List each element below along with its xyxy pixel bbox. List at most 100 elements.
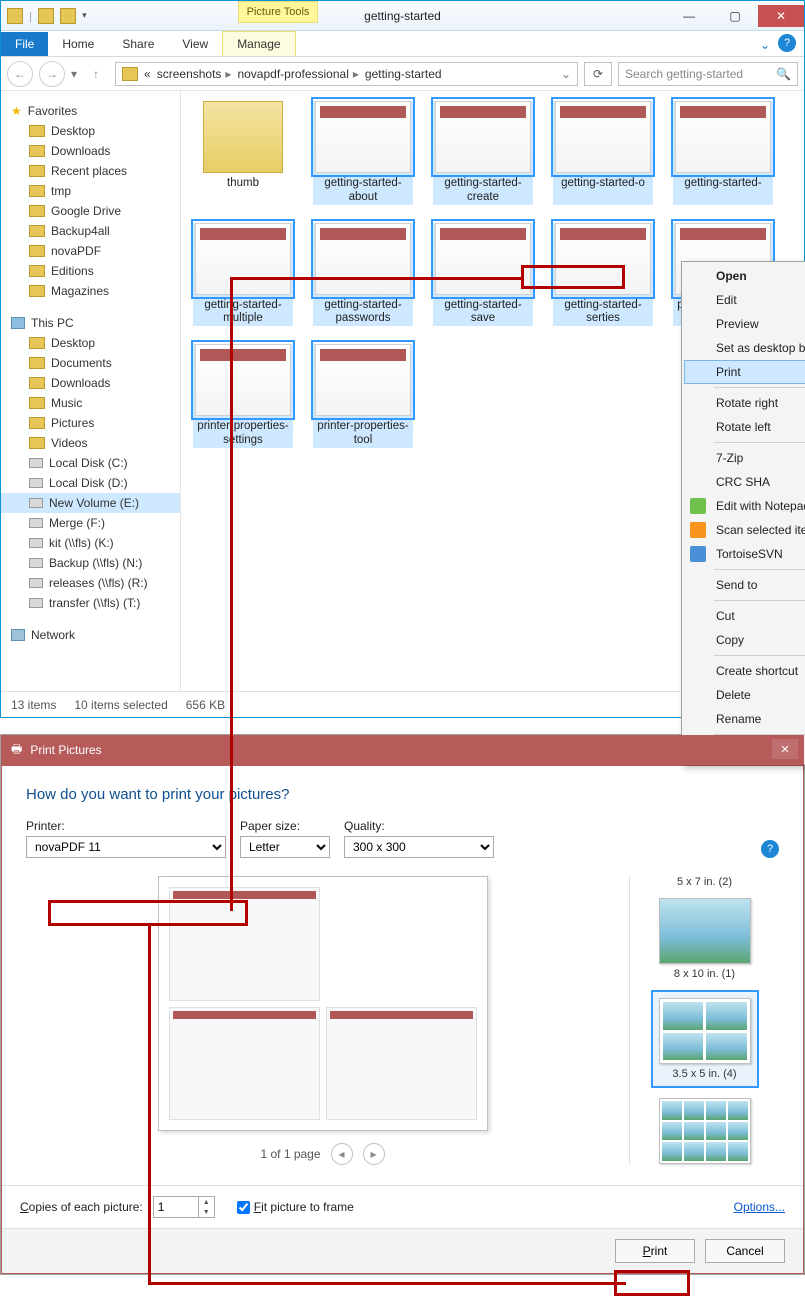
dialog-close-button[interactable]: ✕	[772, 739, 798, 759]
refresh-button[interactable]: ⟳	[584, 62, 612, 86]
tab-home[interactable]: Home	[48, 32, 108, 56]
help-icon[interactable]: ?	[761, 840, 779, 858]
ctx-tortoisesvn[interactable]: TortoiseSVN	[684, 542, 805, 566]
recent-locations-chevron[interactable]: ▾	[71, 67, 77, 81]
layout-list[interactable]: 5 x 7 in. (2) 8 x 10 in. (1) 3.5 x 5 in.…	[629, 876, 779, 1165]
tree-item[interactable]: novaPDF	[1, 241, 180, 261]
print-button[interactable]: Print	[615, 1239, 695, 1263]
tab-manage[interactable]: Manage	[222, 31, 295, 56]
back-button[interactable]: ←	[7, 61, 33, 87]
file-item[interactable]: getting-started-serties	[553, 223, 653, 327]
file-item[interactable]: getting-started-save	[433, 223, 533, 327]
file-item[interactable]: getting-started-create	[433, 101, 533, 205]
tree-item[interactable]: Backup (\\fls) (N:)	[1, 553, 180, 573]
tree-item[interactable]: kit (\\fls) (K:)	[1, 533, 180, 553]
ctx-print[interactable]: Print	[684, 360, 805, 384]
tab-file[interactable]: File	[1, 32, 48, 56]
chevron-down-icon[interactable]: ▾	[82, 10, 87, 21]
spinner-down-icon[interactable]: ▼	[199, 1207, 214, 1217]
ctx-rotate-right[interactable]: Rotate right	[684, 391, 805, 415]
tree-thispc-header[interactable]: This PC	[1, 313, 180, 333]
tree-item[interactable]: Videos	[1, 433, 180, 453]
ctx-cut[interactable]: Cut	[684, 604, 805, 628]
quality-select[interactable]: 300 x 300	[344, 836, 494, 858]
tree-item[interactable]: Merge (F:)	[1, 513, 180, 533]
tab-view[interactable]: View	[168, 32, 222, 56]
ctx-preview[interactable]: Preview	[684, 312, 805, 336]
ctx-create-shortcut[interactable]: Create shortcut	[684, 659, 805, 683]
file-grid[interactable]: thumbgetting-started-aboutgetting-starte…	[181, 91, 804, 691]
ctx-rotate-left[interactable]: Rotate left	[684, 415, 805, 439]
tree-item[interactable]: Desktop	[1, 121, 180, 141]
tree-item[interactable]: Google Drive	[1, 201, 180, 221]
layout-option[interactable]: 5 x 7 in. (2)	[677, 876, 732, 888]
ctx-crc-sha[interactable]: CRC SHA	[684, 470, 805, 494]
ribbon-expand-icon[interactable]: ⌄	[752, 34, 778, 56]
maximize-button[interactable]: ▢	[712, 5, 758, 27]
chevron-down-icon[interactable]: ⌄	[561, 67, 571, 81]
ctx-scan-virus[interactable]: Scan selected items for viruses	[684, 518, 805, 542]
tree-item[interactable]: Editions	[1, 261, 180, 281]
tree-item[interactable]: Recent places	[1, 161, 180, 181]
nav-tree[interactable]: ★Favorites DesktopDownloadsRecent places…	[1, 91, 181, 691]
ctx-open[interactable]: Open	[684, 264, 805, 288]
copies-spinner[interactable]: ▲▼	[153, 1196, 215, 1218]
tree-favorites-header[interactable]: ★Favorites	[1, 101, 180, 121]
tree-item[interactable]: Downloads	[1, 373, 180, 393]
minimize-button[interactable]: —	[666, 5, 712, 27]
tree-item[interactable]: tmp	[1, 181, 180, 201]
breadcrumb-seg[interactable]: getting-started	[365, 67, 442, 81]
tree-item[interactable]: Local Disk (C:)	[1, 453, 180, 473]
ctx-copy[interactable]: Copy	[684, 628, 805, 652]
forward-button[interactable]: →	[39, 61, 65, 87]
picture-tools-tab[interactable]: Picture Tools	[238, 1, 318, 23]
printer-select[interactable]: novaPDF 11	[26, 836, 226, 858]
tree-item[interactable]: Desktop	[1, 333, 180, 353]
ctx-delete[interactable]: Delete	[684, 683, 805, 707]
ctx-7zip[interactable]: 7-Zip	[684, 446, 805, 470]
layout-option[interactable]: 8 x 10 in. (1)	[659, 898, 751, 980]
copies-input[interactable]	[153, 1196, 199, 1218]
tab-share[interactable]: Share	[108, 32, 168, 56]
ctx-notepad[interactable]: Edit with Notepad++	[684, 494, 805, 518]
search-input[interactable]: Search getting-started 🔍	[618, 62, 798, 86]
tree-item[interactable]: New Volume (E:)	[1, 493, 180, 513]
ctx-send-to[interactable]: Send to	[684, 573, 805, 597]
layout-option-selected[interactable]: 3.5 x 5 in. (4)	[651, 990, 759, 1088]
paper-size-select[interactable]: Letter	[240, 836, 330, 858]
breadcrumb-seg[interactable]: novapdf-professional▸	[237, 67, 358, 81]
tree-item[interactable]: transfer (\\fls) (T:)	[1, 593, 180, 613]
layout-option[interactable]	[659, 1098, 751, 1164]
fit-to-frame-checkbox[interactable]: Fit picture to frame	[237, 1200, 354, 1214]
ctx-rename[interactable]: Rename	[684, 707, 805, 731]
tree-item[interactable]: Downloads	[1, 141, 180, 161]
close-button[interactable]: ✕	[758, 5, 804, 27]
file-item[interactable]: printer-properties-tool	[313, 344, 413, 448]
file-item[interactable]: getting-started-	[673, 101, 773, 205]
prev-page-button[interactable]: ◂	[331, 1143, 353, 1165]
file-item[interactable]: getting-started-o	[553, 101, 653, 205]
tree-network-header[interactable]: Network	[1, 625, 180, 645]
fit-checkbox[interactable]	[237, 1201, 250, 1214]
cancel-button[interactable]: Cancel	[705, 1239, 785, 1263]
new-folder-icon[interactable]	[60, 8, 76, 24]
tree-item[interactable]: Backup4all	[1, 221, 180, 241]
tree-item[interactable]: Magazines	[1, 281, 180, 301]
tree-item[interactable]: Music	[1, 393, 180, 413]
properties-icon[interactable]	[38, 8, 54, 24]
help-icon[interactable]: ?	[778, 34, 796, 52]
tree-item[interactable]: Documents	[1, 353, 180, 373]
file-item[interactable]: getting-started-multiple	[193, 223, 293, 327]
ctx-set-background[interactable]: Set as desktop background	[684, 336, 805, 360]
file-item[interactable]: thumb	[193, 101, 293, 205]
next-page-button[interactable]: ▸	[363, 1143, 385, 1165]
tree-item[interactable]: Local Disk (D:)	[1, 473, 180, 493]
breadcrumb-seg[interactable]: screenshots▸	[157, 67, 232, 81]
file-item[interactable]: getting-started-about	[313, 101, 413, 205]
spinner-up-icon[interactable]: ▲	[199, 1197, 214, 1207]
file-item[interactable]: printer-properties-settings	[193, 344, 293, 448]
breadcrumb[interactable]: « screenshots▸ novapdf-professional▸ get…	[115, 62, 578, 86]
file-item[interactable]: getting-started-passwords	[313, 223, 413, 327]
tree-item[interactable]: Pictures	[1, 413, 180, 433]
options-link[interactable]: Options...	[734, 1200, 785, 1214]
